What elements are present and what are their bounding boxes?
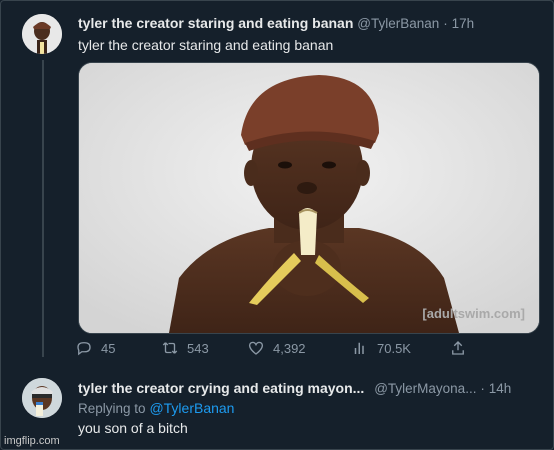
- reply-button[interactable]: 45: [75, 339, 115, 357]
- tweet1-avatar[interactable]: [22, 14, 62, 54]
- tweet1-handle[interactable]: @TylerBanan: [357, 16, 439, 31]
- views-bar-chart-icon: [354, 342, 364, 354]
- views-count: 70.5K: [377, 340, 411, 356]
- thread-connector-line: [42, 60, 44, 357]
- heart-icon: [248, 341, 264, 355]
- retweet-count: 543: [187, 340, 209, 356]
- tweet1-header: tyler the creator staring and eating ban…: [78, 14, 474, 33]
- tweet2-handle[interactable]: @TylerMayona...: [374, 381, 476, 396]
- imgflip-watermark: imgflip.com: [4, 435, 60, 447]
- replying-to-handle-link[interactable]: @TylerBanan: [149, 400, 234, 416]
- tweet2-time[interactable]: 14h: [489, 381, 512, 396]
- views-button[interactable]: 70.5K: [351, 339, 411, 357]
- reply-count: 45: [101, 340, 116, 356]
- like-count: 4,392: [273, 340, 306, 356]
- media-watermark: [adultswim.com]: [422, 306, 525, 321]
- share-button[interactable]: [449, 339, 467, 357]
- profile-photo-icon: [22, 14, 62, 54]
- replying-to-label: Replying to: [78, 401, 146, 416]
- tweet1-display-name[interactable]: tyler the creator staring and eating ban…: [78, 15, 353, 31]
- tweet2-avatar[interactable]: [22, 378, 62, 418]
- tweet1-text: tyler the creator staring and eating ban…: [78, 37, 334, 53]
- reply-icon: [77, 342, 91, 356]
- tweet1-action-bar: 45 543 4,392 70.5K: [75, 339, 475, 359]
- tweet2-display-name[interactable]: tyler the creator crying and eating mayo…: [78, 380, 364, 396]
- tweet2-separator: ·: [480, 381, 485, 396]
- like-button[interactable]: 4,392: [247, 339, 306, 357]
- tweet2-text: you son of a bitch: [78, 420, 188, 436]
- tweet2-replying-to: Replying to @TylerBanan: [78, 399, 234, 418]
- tweet2-header: tyler the creator crying and eating mayo…: [78, 379, 511, 398]
- tweet1-time[interactable]: 17h: [452, 16, 475, 31]
- media-photo: [79, 63, 539, 333]
- share-icon: [452, 341, 464, 355]
- retweet-button[interactable]: 543: [161, 339, 209, 357]
- tweet1-separator: ·: [443, 16, 448, 31]
- tweet1-media-image[interactable]: [adultswim.com]: [78, 62, 540, 334]
- retweet-icon: [162, 342, 178, 354]
- profile-photo-icon: [22, 378, 62, 418]
